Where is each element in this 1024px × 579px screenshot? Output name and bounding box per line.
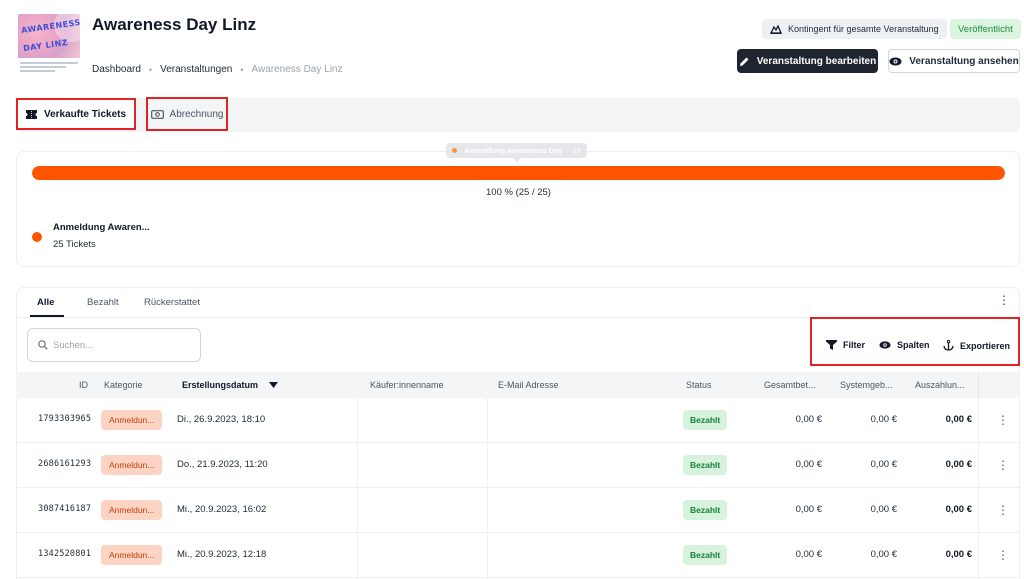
columns-label: Spalten: [897, 340, 930, 350]
filter-tab-paid[interactable]: Bezahlt: [87, 297, 119, 308]
breadcrumb: Dashboard • Veranstaltungen • Awareness …: [92, 64, 343, 75]
filter-tab-all[interactable]: Alle: [37, 297, 54, 308]
total-amount: 0,00 €: [795, 414, 822, 425]
view-event-label: Veranstaltung ansehen: [909, 55, 1019, 67]
event-logo: AWARENESS DAY LINZ: [18, 14, 80, 76]
payout-amount: 0,00 €: [945, 504, 972, 515]
system-fee: 0,00 €: [870, 504, 897, 515]
search-input[interactable]: [53, 339, 183, 351]
status-badge: Bezahlt: [683, 410, 728, 430]
ticket-id: 1342520801: [38, 549, 92, 559]
search-icon: [38, 340, 48, 350]
created-date: Mi., 20.9.2023, 12:18: [177, 549, 267, 560]
published-badge: Veröffentlicht: [950, 19, 1021, 39]
breadcrumb-events[interactable]: Veranstaltungen: [160, 64, 232, 75]
breadcrumb-dashboard[interactable]: Dashboard: [92, 64, 141, 75]
total-amount: 0,00 €: [795, 504, 822, 515]
row-more-icon[interactable]: ⋮: [997, 414, 1009, 426]
row-more-icon[interactable]: ⋮: [997, 459, 1009, 471]
row-more-icon[interactable]: ⋮: [997, 504, 1009, 516]
total-amount: 0,00 €: [795, 549, 822, 560]
sort-desc-icon: [268, 382, 278, 388]
legend-ticket-count: 25 Tickets: [53, 239, 96, 250]
search-box[interactable]: [27, 328, 201, 362]
payout-amount: 0,00 €: [945, 549, 972, 560]
pencil-icon: [739, 57, 749, 66]
category-badge: Anmeldun...: [101, 455, 163, 475]
table-more-icon[interactable]: ⋮: [998, 294, 1010, 306]
funnel-icon: [826, 340, 837, 350]
payout-amount: 0,00 €: [945, 414, 972, 425]
tab-sold-label: Verkaufte Tickets: [43, 108, 127, 120]
system-fee: 0,00 €: [870, 459, 897, 470]
total-amount: 0,00 €: [795, 459, 822, 470]
status-badge: Bezahlt: [683, 455, 728, 475]
progress-text: 100 % (25 / 25): [486, 187, 551, 198]
page-title: Awareness Day Linz: [92, 15, 257, 34]
filter-tab-refunded[interactable]: Rückerstattet: [144, 297, 200, 308]
tooltip-dot: [452, 148, 457, 153]
row-more-icon[interactable]: ⋮: [997, 549, 1009, 561]
ticket-icon: [25, 109, 37, 119]
column-header-total[interactable]: Gesamtbet...: [764, 380, 816, 390]
anchor-icon: [943, 340, 954, 351]
tab-billing-label: Abrechnung: [169, 108, 224, 120]
created-date: Mi., 20.9.2023, 16:02: [177, 504, 267, 515]
column-header-buyer[interactable]: Käufer:innenname: [370, 380, 444, 390]
tab-sold-tickets[interactable]: Verkaufte Tickets: [16, 98, 136, 130]
status-badge: Bezahlt: [683, 500, 728, 520]
progress-bar-fill: [32, 166, 1005, 180]
column-header-category[interactable]: Kategorie: [104, 380, 143, 390]
column-header-created[interactable]: Erstellungsdatum: [182, 380, 278, 390]
column-header-system-fee[interactable]: Systemgeb...: [840, 380, 893, 390]
logo-fineprint: [20, 62, 78, 74]
filter-tab-active-indicator: [30, 315, 64, 317]
filter-button[interactable]: Filter: [826, 340, 865, 350]
system-fee: 0,00 €: [870, 414, 897, 425]
column-header-created-label: Erstellungsdatum: [182, 380, 259, 390]
column-header-status[interactable]: Status: [686, 380, 712, 390]
cash-icon: [150, 109, 164, 119]
created-date: Do., 21.9.2023, 11:20: [177, 459, 268, 470]
edit-event-button[interactable]: Veranstaltung bearbeiten: [737, 49, 878, 73]
system-fee: 0,00 €: [870, 549, 897, 560]
ticket-id: 1793303965: [38, 414, 92, 424]
tab-billing[interactable]: Abrechnung: [146, 97, 228, 131]
progress-bar: [32, 166, 1005, 180]
category-badge: Anmeldun...: [101, 500, 163, 520]
eye-icon: [879, 341, 891, 349]
column-header-email[interactable]: E-Mail Adresse: [498, 380, 559, 390]
tooltip-count: 25: [572, 146, 581, 155]
legend-category-name: Anmeldung Awaren...: [53, 222, 150, 233]
category-badge: Anmeldun...: [101, 545, 163, 565]
legend-dot: [32, 232, 42, 242]
progress-tooltip: Anmeldung Awareness Day 25: [446, 143, 587, 158]
crowd-icon: [770, 24, 782, 34]
header-separator: [978, 372, 979, 398]
breadcrumb-separator: •: [148, 64, 153, 75]
column-header-payout[interactable]: Auszahlun...: [915, 380, 965, 390]
payout-amount: 0,00 €: [945, 459, 972, 470]
eye-icon: [889, 57, 902, 65]
category-badge: Anmeldun...: [101, 410, 163, 430]
status-badge: Bezahlt: [683, 545, 728, 565]
ticket-id: 2686161293: [38, 459, 92, 469]
ticket-id: 3087416187: [38, 504, 92, 514]
breadcrumb-current: Awareness Day Linz: [251, 64, 343, 75]
column-header-id[interactable]: ID: [79, 380, 88, 390]
kontingent-label: Kontingent für gesamte Veranstaltung: [788, 24, 939, 34]
export-button[interactable]: Exportieren: [943, 340, 1010, 351]
edit-event-label: Veranstaltung bearbeiten: [756, 55, 877, 67]
breadcrumb-separator: •: [240, 64, 244, 75]
columns-button[interactable]: Spalten: [879, 340, 930, 350]
created-date: Di., 26.9.2023, 18:10: [177, 414, 266, 425]
tooltip-name: Anmeldung Awareness Day: [464, 146, 563, 155]
filter-label: Filter: [843, 340, 866, 350]
kontingent-button[interactable]: Kontingent für gesamte Veranstaltung: [762, 19, 947, 39]
view-event-button[interactable]: Veranstaltung ansehen: [888, 49, 1020, 73]
tooltip-arrow: [513, 158, 521, 162]
export-label: Exportieren: [960, 340, 1011, 351]
